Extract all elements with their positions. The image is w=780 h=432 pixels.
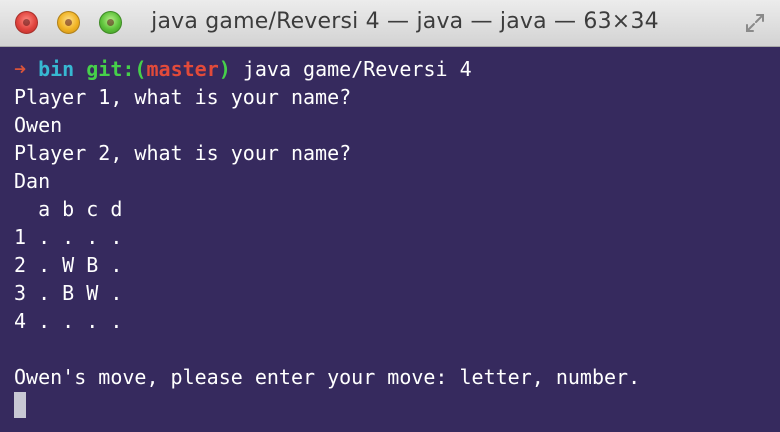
title-bar[interactable]: java game/Reversi 4 — java — java — 63×3… (0, 0, 780, 47)
board-row: 1 . . . . (14, 225, 123, 249)
output-line: Owen's move, please enter your move: let… (14, 365, 641, 389)
board-row: 2 . W B . (14, 253, 123, 277)
output-line: Player 1, what is your name? (14, 85, 352, 109)
prompt-git-prefix: git:( (86, 57, 147, 81)
prompt-line: ➜ bin git:(master) java game/Reversi 4 (14, 55, 770, 83)
input-line[interactable] (14, 391, 770, 419)
prompt-branch: master (146, 57, 219, 81)
window-title: java game/Reversi 4 — java — java — 63×3… (151, 9, 659, 34)
prompt-arrow-icon: ➜ (14, 57, 27, 81)
board-row: 3 . B W . (14, 281, 123, 305)
output-line: Owen (14, 113, 63, 137)
text-cursor (14, 392, 26, 418)
prompt-directory: bin (38, 57, 75, 81)
prompt-git-suffix: ) (218, 57, 231, 81)
board-row: 4 . . . . (14, 309, 123, 333)
terminal-window: java game/Reversi 4 — java — java — 63×3… (0, 0, 780, 432)
output-line: Dan (14, 169, 51, 193)
output-line: Player 2, what is your name? (14, 141, 352, 165)
prompt-command: java game/Reversi 4 (242, 57, 472, 81)
terminal-output[interactable]: ➜ bin git:(master) java game/Reversi 4 P… (14, 55, 770, 419)
board-header: a b c d (14, 197, 123, 221)
fullscreen-icon[interactable] (744, 12, 766, 34)
